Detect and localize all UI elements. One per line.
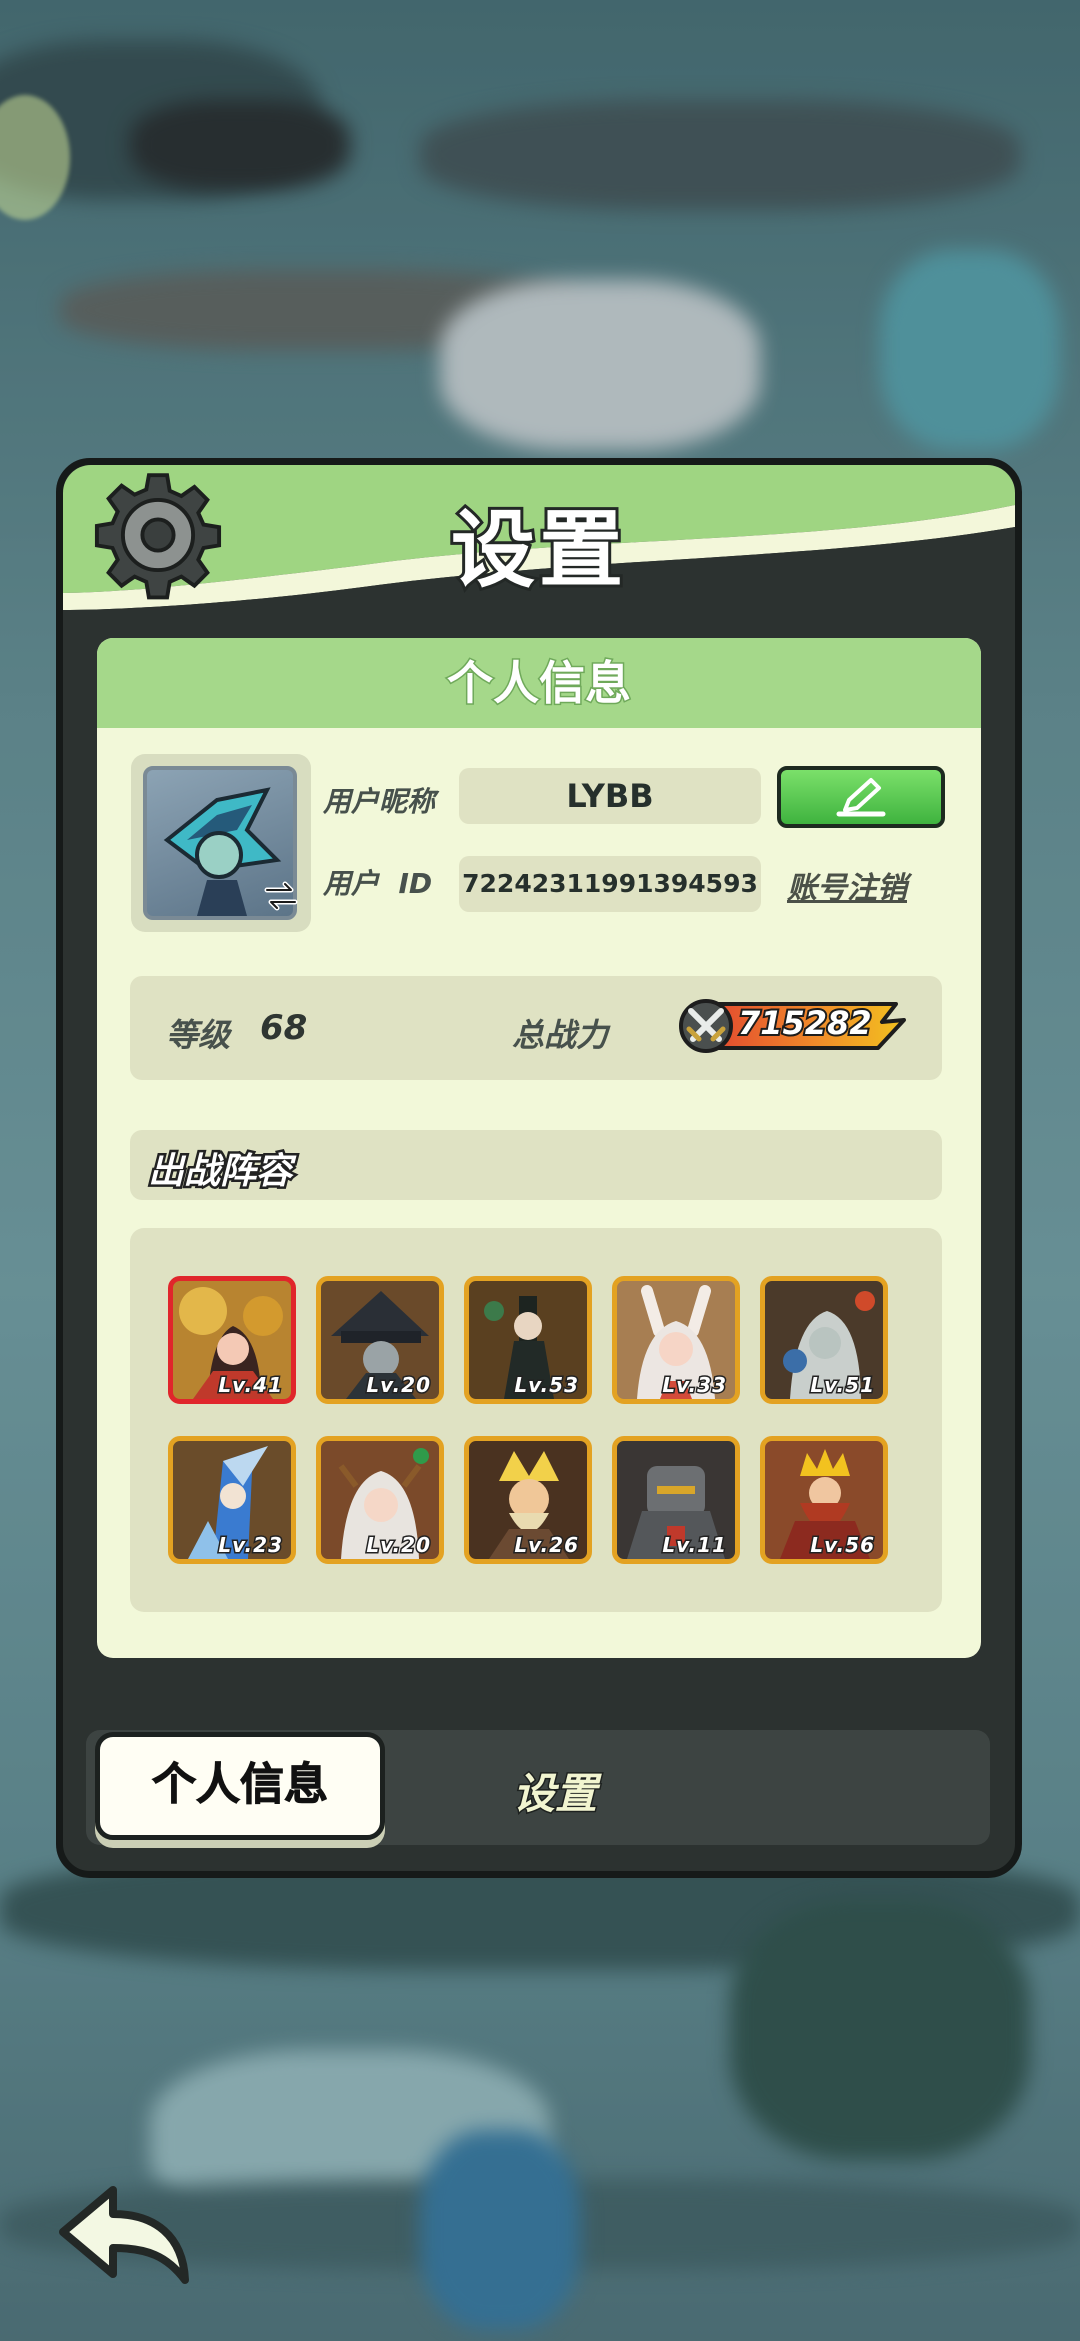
- hero-slot-10[interactable]: Lv.56: [760, 1436, 888, 1564]
- profile-card: 个人信息 用户昵称 LYBB 用户 ID 72242311991394593 账…: [97, 638, 981, 1658]
- lineup-title: 出战阵容: [145, 1149, 294, 1195]
- hero-level: Lv.53: [513, 1372, 580, 1399]
- hero-slot-6[interactable]: Lv.23: [168, 1436, 296, 1564]
- hero-slot-8[interactable]: Lv.26: [464, 1436, 592, 1564]
- pencil-icon: [836, 778, 886, 817]
- power-label: 总战力: [512, 1016, 609, 1054]
- hero-slot-1[interactable]: Lv.41: [168, 1276, 296, 1404]
- edit-nickname-button[interactable]: [777, 766, 945, 828]
- avatar-frame[interactable]: [131, 754, 311, 932]
- hero-level: Lv.41: [217, 1372, 284, 1399]
- hero-slot-4[interactable]: Lv.33: [612, 1276, 740, 1404]
- hero-slot-3[interactable]: Lv.53: [464, 1276, 592, 1404]
- power-badge: 715282: [678, 998, 908, 1054]
- level-value: 68: [260, 1008, 308, 1048]
- stats-row: 等级 68 总战力 715282: [130, 976, 942, 1080]
- tab-profile[interactable]: 个人信息: [95, 1732, 385, 1840]
- account-cancel-link[interactable]: 账号注销: [787, 863, 907, 907]
- nickname-field: LYBB: [459, 768, 761, 824]
- hero-slot-9[interactable]: Lv.11: [612, 1436, 740, 1564]
- nickname-label: 用户昵称: [323, 785, 436, 818]
- hero-level: Lv.26: [513, 1532, 580, 1559]
- hero-level: Lv.20: [365, 1532, 432, 1559]
- user-id-field: 72242311991394593: [459, 856, 761, 912]
- lineup-header: 出战阵容: [130, 1130, 942, 1200]
- lineup-grid: Lv.41 Lv.20 Lv.53 Lv.33 Lv.51 Lv.23 Lv.2…: [130, 1228, 942, 1612]
- power-value: 715282: [736, 1002, 874, 1044]
- swap-arrows-icon[interactable]: [261, 876, 301, 916]
- hero-level: Lv.56: [809, 1532, 876, 1559]
- hero-level: Lv.23: [217, 1532, 284, 1559]
- user-id-label: 用户 ID: [323, 867, 433, 900]
- profile-card-header: 个人信息: [97, 638, 981, 728]
- hero-level: Lv.11: [661, 1532, 728, 1559]
- hero-level: Lv.33: [661, 1372, 728, 1399]
- window-title: 设置: [448, 498, 627, 602]
- hero-level: Lv.51: [809, 1372, 876, 1399]
- level-label: 等级: [166, 1016, 231, 1054]
- hero-slot-5[interactable]: Lv.51: [760, 1276, 888, 1404]
- tab-settings[interactable]: 设置: [480, 1760, 630, 1821]
- hero-slot-7[interactable]: Lv.20: [316, 1436, 444, 1564]
- hero-level: Lv.20: [365, 1372, 432, 1399]
- window-header: 设置: [63, 465, 1015, 615]
- hero-slot-2[interactable]: Lv.20: [316, 1276, 444, 1404]
- crossed-swords-icon: [686, 1008, 726, 1042]
- back-arrow-icon[interactable]: [55, 2180, 195, 2290]
